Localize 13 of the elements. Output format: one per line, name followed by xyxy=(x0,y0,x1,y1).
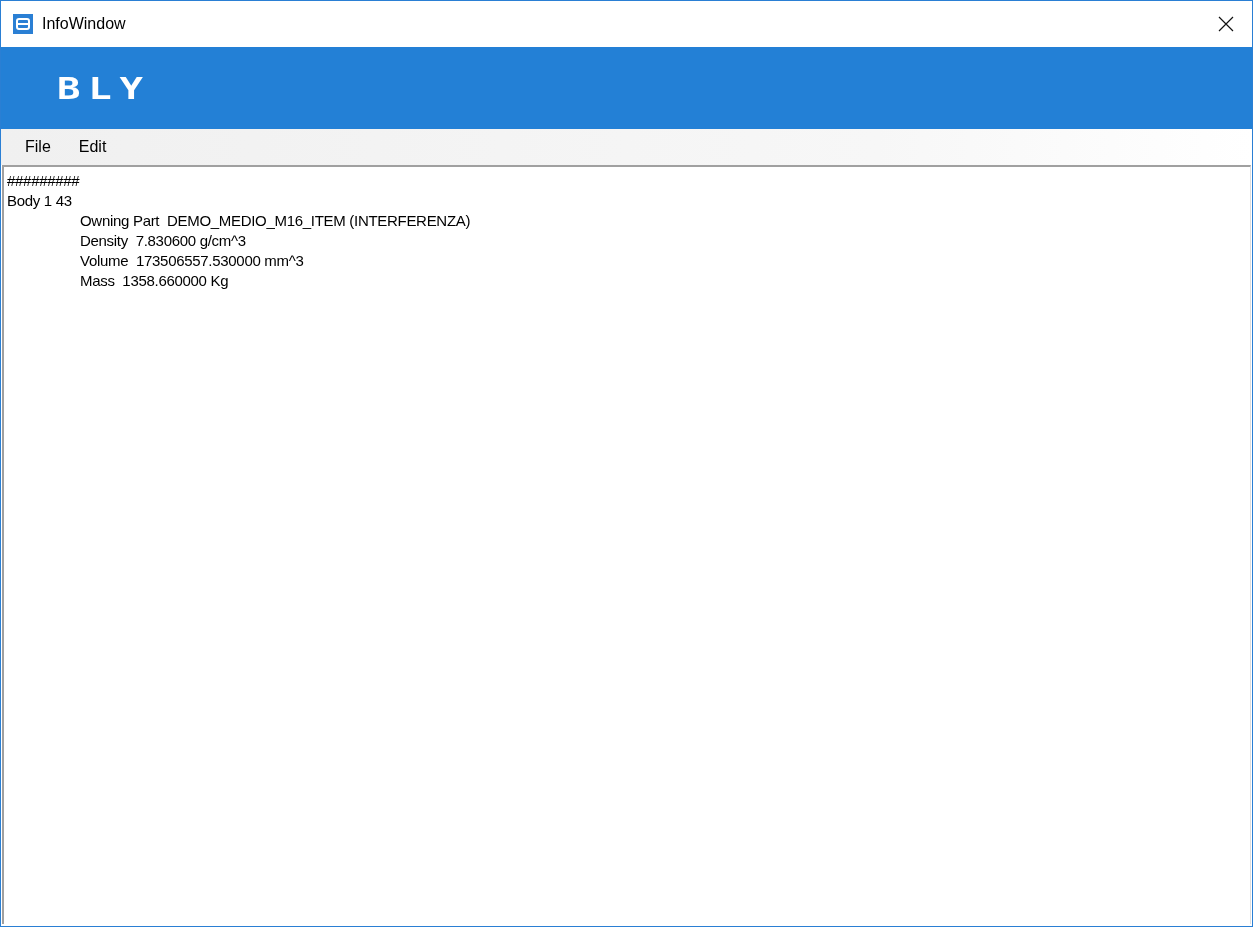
close-icon[interactable] xyxy=(1218,16,1234,32)
text-line: Density 7.830600 g/cm^3 xyxy=(79,231,247,251)
text-line: Mass 1358.660000 Kg xyxy=(79,271,230,291)
window-title: InfoWindow xyxy=(42,15,126,33)
app-icon xyxy=(13,14,33,34)
text-area[interactable]: ######### Body 1 43 Owning Part DEMO_MEDIO_M16_ITEM (INTERFERENZA) Density 7.830600 g/cm^3 Volume 173506557.530000 mm^3 Mass 1358.660000 Kg xyxy=(2,165,1251,924)
logo: BLY xyxy=(57,70,151,106)
text-line: Owning Part DEMO_MEDIO_M16_ITEM (INTERFERENZA) xyxy=(79,211,472,231)
text-line: ######### xyxy=(7,171,81,191)
menu-item[interactable]: Edit xyxy=(68,134,117,160)
text-line: Volume 173506557.530000 mm^3 xyxy=(79,251,305,271)
menu-item[interactable]: File xyxy=(15,134,61,160)
text-line: Body 1 43 xyxy=(7,191,73,211)
